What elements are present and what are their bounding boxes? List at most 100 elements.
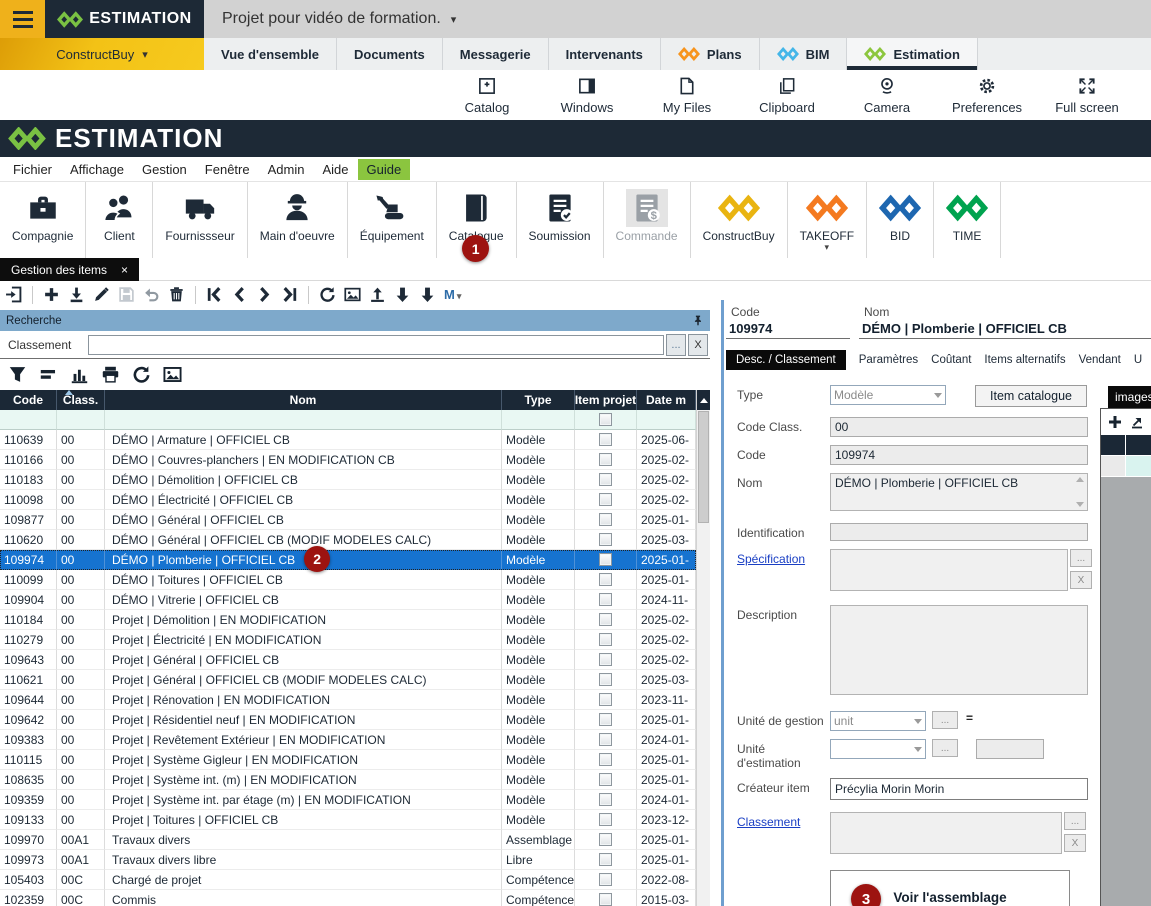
- column-header-date[interactable]: Date m: [637, 390, 696, 410]
- previous-record-icon[interactable]: [231, 286, 248, 303]
- refresh-icon[interactable]: [132, 365, 151, 384]
- constructbuy-menu-button[interactable]: ConstructBuy ▾: [0, 38, 204, 70]
- table-row[interactable]: 110115 00 Projet | Système Gigleur | EN …: [0, 750, 696, 770]
- table-row[interactable]: 110184 00 Projet | Démolition | EN MODIF…: [0, 610, 696, 630]
- item-projet-checkbox[interactable]: [599, 473, 612, 486]
- table-row[interactable]: 109904 00 DÉMO | Vitrerie | OFFICIEL CB …: [0, 590, 696, 610]
- column-header-item-projet[interactable]: Item projet: [575, 390, 637, 410]
- toolbar-button[interactable]: Équipement: [348, 182, 437, 258]
- item-projet-checkbox[interactable]: [599, 533, 612, 546]
- detail-tab[interactable]: Coûtant: [931, 350, 971, 370]
- unite-gestion-browse-button[interactable]: ...: [932, 711, 958, 729]
- delete-icon[interactable]: [168, 286, 185, 303]
- toolbar-button[interactable]: Soumission: [517, 182, 604, 258]
- move-down-icon[interactable]: [394, 286, 411, 303]
- image-icon[interactable]: [163, 365, 182, 384]
- toolbar-button[interactable]: Client: [86, 182, 153, 258]
- unite-estimation-select[interactable]: [830, 739, 926, 759]
- table-row[interactable]: 109970 00A1 Travaux divers Assemblage 20…: [0, 830, 696, 850]
- add-icon[interactable]: [43, 286, 60, 303]
- sort-icon[interactable]: [39, 365, 58, 384]
- toolbar-button[interactable]: TAKEOFF ▾: [788, 182, 867, 258]
- table-row[interactable]: 110639 00 DÉMO | Armature | OFFICIEL CB …: [0, 430, 696, 450]
- item-projet-checkbox[interactable]: [599, 453, 612, 466]
- images-grid-cell[interactable]: [1101, 456, 1125, 476]
- item-projet-checkbox[interactable]: [599, 513, 612, 526]
- images-grid-cell[interactable]: [1126, 456, 1151, 476]
- chart-icon[interactable]: [70, 365, 89, 384]
- type-select[interactable]: Modèle: [830, 385, 946, 405]
- toolbar-button[interactable]: Compagnie: [0, 182, 86, 258]
- utility-button[interactable]: Preferences: [937, 70, 1037, 120]
- table-row[interactable]: 109644 00 Projet | Rénovation | EN MODIF…: [0, 690, 696, 710]
- item-projet-checkbox[interactable]: [599, 553, 612, 566]
- item-projet-checkbox[interactable]: [599, 873, 612, 886]
- column-header-code[interactable]: Code: [0, 390, 57, 410]
- first-record-icon[interactable]: [206, 286, 223, 303]
- portal-tab[interactable]: BIM: [760, 38, 848, 70]
- toolbar-button[interactable]: Catalogue 1: [437, 182, 517, 258]
- menu-item[interactable]: Fenêtre: [196, 159, 259, 180]
- table-row[interactable]: 110098 00 DÉMO | Électricité | OFFICIEL …: [0, 490, 696, 510]
- utility-button[interactable]: Catalog: [437, 70, 537, 120]
- classement-field[interactable]: [830, 812, 1062, 854]
- utility-button[interactable]: My Files: [637, 70, 737, 120]
- item-projet-checkbox[interactable]: [599, 673, 612, 686]
- createur-field[interactable]: Précylia Morin Morin: [830, 778, 1088, 800]
- next-record-icon[interactable]: [256, 286, 273, 303]
- table-row[interactable]: 110620 00 DÉMO | Général | OFFICIEL CB (…: [0, 530, 696, 550]
- toolbar-button[interactable]: TIME: [934, 182, 1001, 258]
- open-image-icon[interactable]: [1129, 414, 1145, 430]
- item-projet-checkbox[interactable]: [599, 493, 612, 506]
- specification-link[interactable]: Spécification: [737, 552, 805, 566]
- pin-icon[interactable]: [692, 314, 704, 327]
- table-row[interactable]: 102359 00C Commis Compétence 2015-03-: [0, 890, 696, 906]
- item-projet-checkbox[interactable]: [599, 573, 612, 586]
- code-field[interactable]: 109974: [830, 445, 1088, 465]
- scrollbar-thumb[interactable]: [698, 411, 709, 523]
- print-icon[interactable]: [101, 365, 120, 384]
- table-row[interactable]: 109133 00 Projet | Toitures | OFFICIEL C…: [0, 810, 696, 830]
- toolbar-button[interactable]: BID: [867, 182, 934, 258]
- item-projet-checkbox[interactable]: [599, 593, 612, 606]
- classement-clear-button[interactable]: X: [1064, 834, 1086, 852]
- identification-field[interactable]: [830, 523, 1088, 541]
- table-row[interactable]: 109974 00 DÉMO | Plomberie | OFFICIEL CB…: [0, 550, 696, 570]
- portal-tab[interactable]: Intervenants: [549, 38, 661, 70]
- table-row[interactable]: 109643 00 Projet | Général | OFFICIEL CB…: [0, 650, 696, 670]
- portal-tab[interactable]: Vue d'ensemble: [204, 38, 337, 70]
- item-projet-checkbox[interactable]: [599, 433, 612, 446]
- project-caret-icon[interactable]: ▾: [451, 13, 457, 26]
- conversion-field[interactable]: [976, 739, 1044, 759]
- exit-icon[interactable]: [5, 286, 22, 303]
- portal-tab[interactable]: Messagerie: [443, 38, 549, 70]
- tab-gestion-des-items[interactable]: Gestion des items ×: [0, 258, 139, 281]
- table-vertical-scrollbar[interactable]: [696, 390, 710, 906]
- table-row[interactable]: 108635 00 Projet | Système int. (m) | EN…: [0, 770, 696, 790]
- unite-estimation-browse-button[interactable]: ...: [932, 739, 958, 757]
- chevron-down-icon[interactable]: ▾: [825, 243, 830, 251]
- voir-assemblage-button[interactable]: 3 Voir l'assemblage: [830, 870, 1070, 906]
- toolbar-button[interactable]: ConstructBuy: [691, 182, 788, 258]
- refresh-icon[interactable]: [319, 286, 336, 303]
- table-row[interactable]: 105403 00C Chargé de projet Compétence 2…: [0, 870, 696, 890]
- table-row[interactable]: 109642 00 Projet | Résidentiel neuf | EN…: [0, 710, 696, 730]
- add-image-icon[interactable]: [1107, 414, 1123, 430]
- filter-checkbox[interactable]: [599, 413, 612, 426]
- utility-button[interactable]: Windows: [537, 70, 637, 120]
- table-row[interactable]: 109383 00 Projet | Revêtement Extérieur …: [0, 730, 696, 750]
- column-header-nom[interactable]: Nom: [105, 390, 502, 410]
- item-projet-checkbox[interactable]: [599, 893, 612, 906]
- scroll-up-icon[interactable]: [697, 390, 710, 410]
- toolbar-button[interactable]: Main d'oeuvre: [248, 182, 348, 258]
- filter-icon[interactable]: [8, 365, 27, 384]
- model-dropdown[interactable]: M▾: [444, 287, 461, 302]
- item-projet-checkbox[interactable]: [599, 653, 612, 666]
- item-projet-checkbox[interactable]: [599, 613, 612, 626]
- specification-clear-button[interactable]: X: [1070, 571, 1092, 589]
- utility-button[interactable]: Full screen: [1037, 70, 1137, 120]
- table-row[interactable]: 110621 00 Projet | Général | OFFICIEL CB…: [0, 670, 696, 690]
- table-row[interactable]: 110099 00 DÉMO | Toitures | OFFICIEL CB …: [0, 570, 696, 590]
- portal-tab[interactable]: Estimation: [847, 38, 977, 70]
- classement-link[interactable]: Classement: [737, 815, 800, 829]
